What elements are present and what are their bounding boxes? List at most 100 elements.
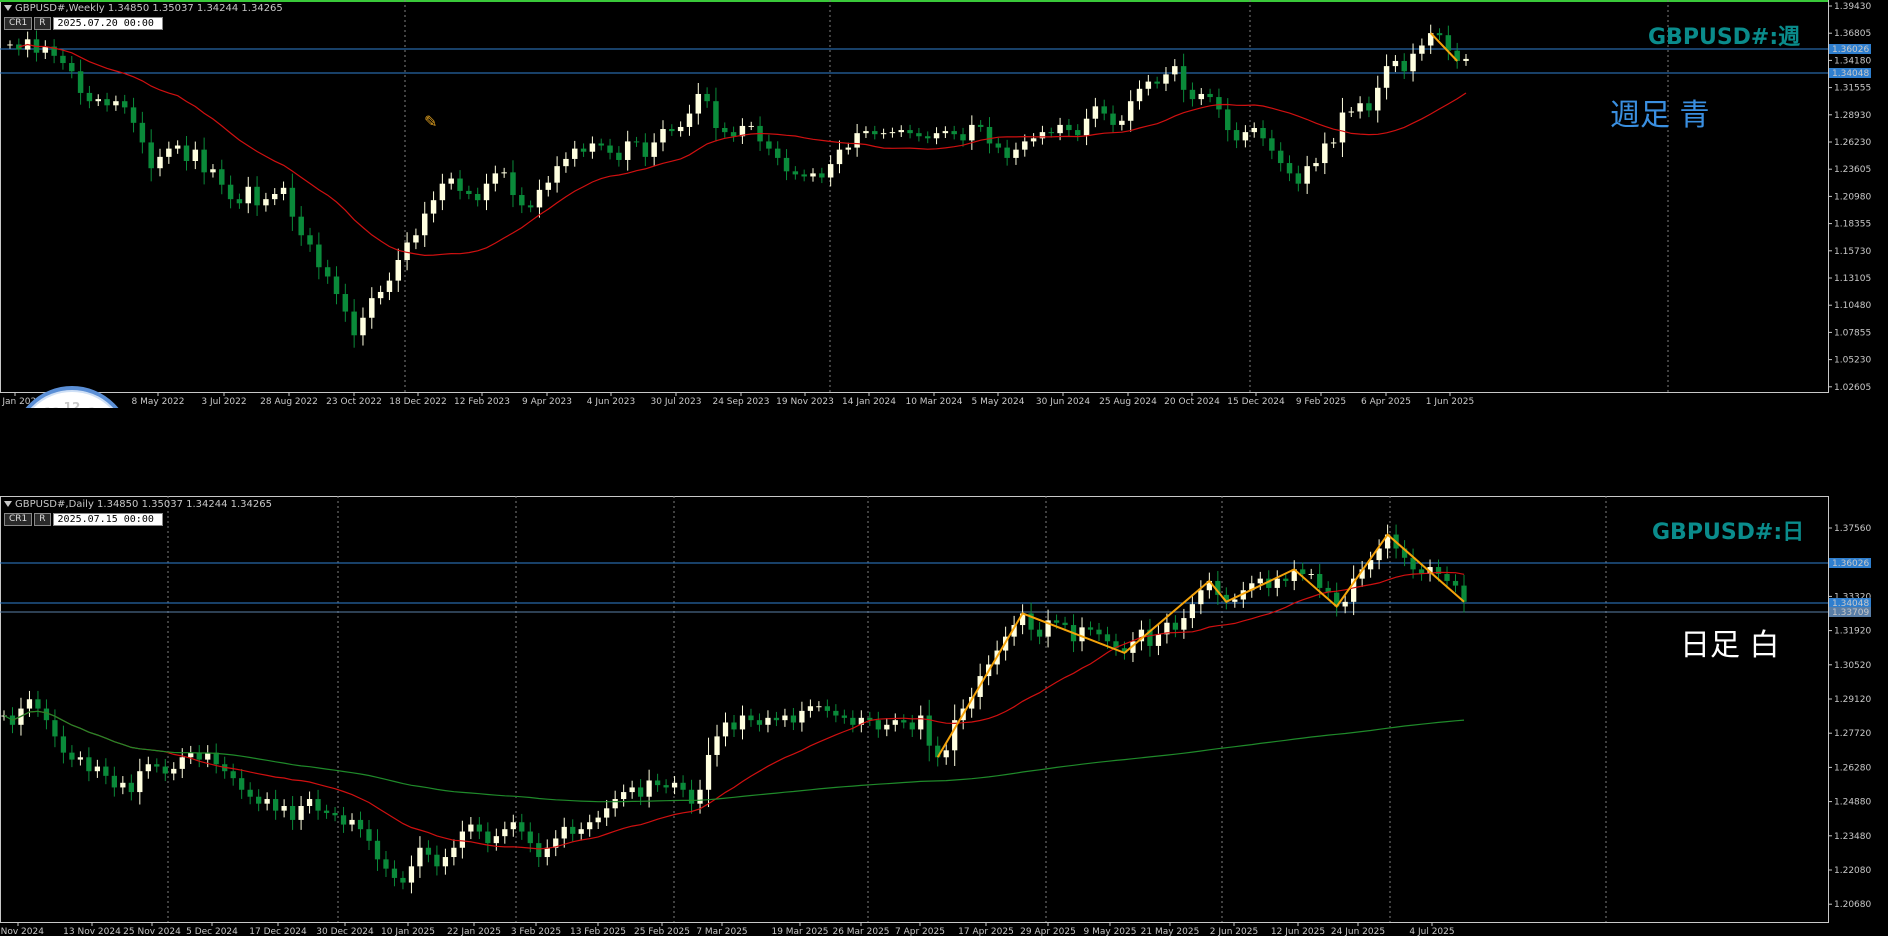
candle-body [872,131,878,135]
daily-header-text: GBPUSD#,Daily 1.34850 1.35037 1.34244 1.… [15,499,272,510]
weekly-date-box[interactable]: 2025.07.20 00:00 [52,17,163,30]
price-label: 1.30520 [1834,661,1871,671]
candle-body [162,766,168,774]
candle-body [69,63,75,72]
hline-price-label: 1.33709 [1832,608,1869,618]
date-label: 7 Apr 2025 [895,927,945,936]
candle-body [519,822,525,832]
candle-body [360,317,366,336]
candle-body [850,717,856,725]
moving-average-line [18,43,1467,257]
candle-body [1154,81,1160,84]
candle-body [1410,53,1416,72]
candle-body [1104,634,1111,642]
candle-body [889,132,896,134]
candle-body [782,715,788,721]
candle-body [1119,120,1125,125]
price-label: 1.34180 [1834,56,1871,66]
candle-body [7,44,13,46]
candle-body [1087,627,1094,630]
price-label: 1.02605 [1834,383,1871,393]
hline-price-label: 1.36026 [1832,45,1869,55]
candle-body [298,806,304,820]
candle-body [1013,149,1019,158]
candle-body [316,244,322,268]
candle-body [148,142,154,169]
candle-body [677,126,684,132]
price-label: 1.29120 [1834,695,1871,705]
candle-body [1366,103,1372,111]
candle-body [621,792,627,800]
r-button[interactable]: R [34,513,51,526]
candle-body [933,133,940,139]
candle-body [1172,66,1178,75]
candle-body [1383,66,1390,88]
daily-chart-pane[interactable]: 1.375601.347601.333201.319201.305201.291… [0,496,1888,936]
candle-body [773,717,780,721]
weekly-chart-pane[interactable]: 1.39430 1.36805 1.34180 1.31555 1.28930 1.262… [0,0,1888,408]
date-label: 25 Aug 2024 [1099,397,1157,407]
candle-body [651,142,657,157]
candle-body [413,235,419,243]
candle-body [236,199,243,204]
candle-body [898,130,904,133]
zigzag-line [936,533,1465,758]
candle-body [1057,124,1063,134]
daily-date-box[interactable]: 2025.07.15 00:00 [52,513,163,526]
candle-body [654,780,661,786]
candle-body [680,782,686,790]
candle-body [383,859,389,869]
candle-body [595,817,601,823]
candle-body [332,812,338,816]
candle-body [94,766,101,772]
price-label: 1.18355 [1834,220,1871,230]
candle-body [1048,132,1054,134]
candle-body [324,267,331,277]
date-label: 3 Jul 2022 [201,397,246,407]
candle-body [52,720,58,737]
candle-body [128,782,134,793]
candle-body [281,806,287,811]
candle-body [697,789,703,804]
candle-body [1330,142,1337,144]
cr1-button[interactable]: CR1 [4,17,33,30]
candle-body [400,877,406,883]
candle-body [501,172,507,174]
candle-body [1066,124,1072,131]
weekly-button-row: CR1 R 2025.07.20 00:00 [4,17,163,30]
date-label: 19 Mar 2025 [771,927,828,936]
candle-body [960,134,966,141]
candle-body [377,291,384,299]
collapse-triangle-icon[interactable] [4,501,12,507]
date-label: 6 Apr 2025 [1361,397,1411,407]
date-label: 25 Nov 2024 [123,927,181,936]
price-label: 1.26280 [1834,763,1871,773]
candle-body [854,133,860,148]
pen-tool-icon[interactable]: ✎ [424,112,437,131]
candle-body [280,187,287,194]
candle-body [1127,101,1134,121]
cr1-button[interactable]: CR1 [4,513,33,526]
candle-body [580,148,587,152]
candle-body [875,720,881,730]
candle-body [1163,74,1169,84]
moving-average-line [12,571,1465,850]
date-label: 30 Jul 2023 [651,397,702,407]
candle-body [1308,574,1314,575]
collapse-triangle-icon[interactable] [4,5,12,11]
candle-body [422,213,428,236]
candle-body [510,822,516,830]
date-label: 12 Jun 2025 [1271,927,1325,936]
hline-price-label: 1.36026 [1832,559,1869,569]
date-label: 24 Jun 2025 [1331,927,1385,936]
candle-body [439,183,446,201]
candle-body [660,129,666,143]
candle-body [404,242,410,260]
date-label: 15 Dec 2024 [1227,397,1285,407]
r-button[interactable]: R [34,17,51,30]
candle-body [474,193,481,201]
candle-body [578,829,584,834]
candle-body [790,715,797,723]
date-label: 17 Dec 2024 [249,927,307,936]
candle-body [157,156,163,169]
